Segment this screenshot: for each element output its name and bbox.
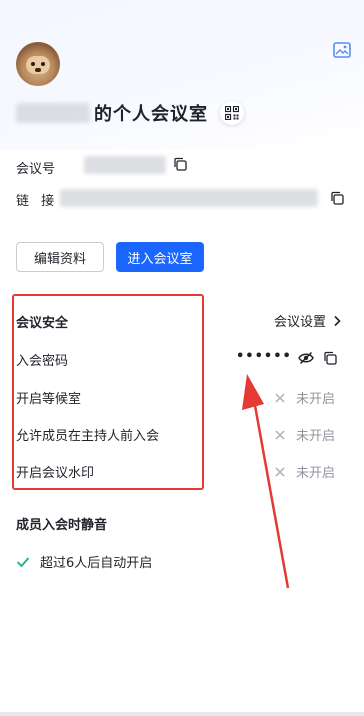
personal-meeting-room-panel: 的个人会议室 会议号 链 接 编辑资料 进入会议室 会议安全 会议设置 入会密码… — [0, 0, 364, 716]
auto-mute-label: 超过6人后自动开启 — [40, 556, 153, 571]
hide-password-icon[interactable] — [298, 351, 314, 365]
annotation-arrow-icon — [242, 374, 290, 589]
meeting-settings-link[interactable]: 会议设置 — [274, 311, 342, 330]
join-before-host-label: 允许成员在主持人前入会 — [16, 429, 160, 444]
waiting-room-label: 开启等候室 — [16, 392, 82, 407]
title-text: 的个人会议室 — [94, 104, 208, 125]
avatar[interactable] — [16, 42, 60, 86]
copy-link-icon[interactable] — [330, 191, 344, 205]
meeting-settings-label: 会议设置 — [274, 315, 327, 330]
redacted-meeting-id — [84, 156, 166, 174]
auto-mute-option[interactable]: 超过6人后自动开启 — [16, 552, 152, 571]
edit-profile-button[interactable]: 编辑资料 — [16, 242, 104, 272]
watermark-label: 开启会议水印 — [16, 466, 95, 481]
mute-on-entry-heading: 成员入会时静音 — [16, 518, 108, 533]
meeting-id-label: 会议号 — [16, 162, 56, 177]
meeting-security-heading: 会议安全 — [16, 316, 69, 331]
bottom-divider — [0, 712, 364, 716]
meeting-room-title: 的个人会议室 — [16, 98, 244, 128]
redacted-link — [60, 189, 318, 207]
meeting-password-value: •••••• — [236, 349, 292, 364]
meeting-password-label: 入会密码 — [16, 354, 69, 369]
qr-code-button[interactable] — [220, 101, 244, 125]
qr-code-icon — [225, 106, 239, 120]
copy-password-icon[interactable] — [323, 351, 337, 365]
enter-meeting-room-button[interactable]: 进入会议室 — [116, 242, 204, 272]
change-cover-icon[interactable] — [333, 42, 351, 58]
chevron-right-icon — [334, 315, 341, 326]
link-label: 链 接 — [16, 194, 59, 209]
checkmark-icon — [16, 556, 30, 567]
copy-meeting-id-icon[interactable] — [173, 157, 187, 171]
redacted-username — [16, 103, 90, 123]
